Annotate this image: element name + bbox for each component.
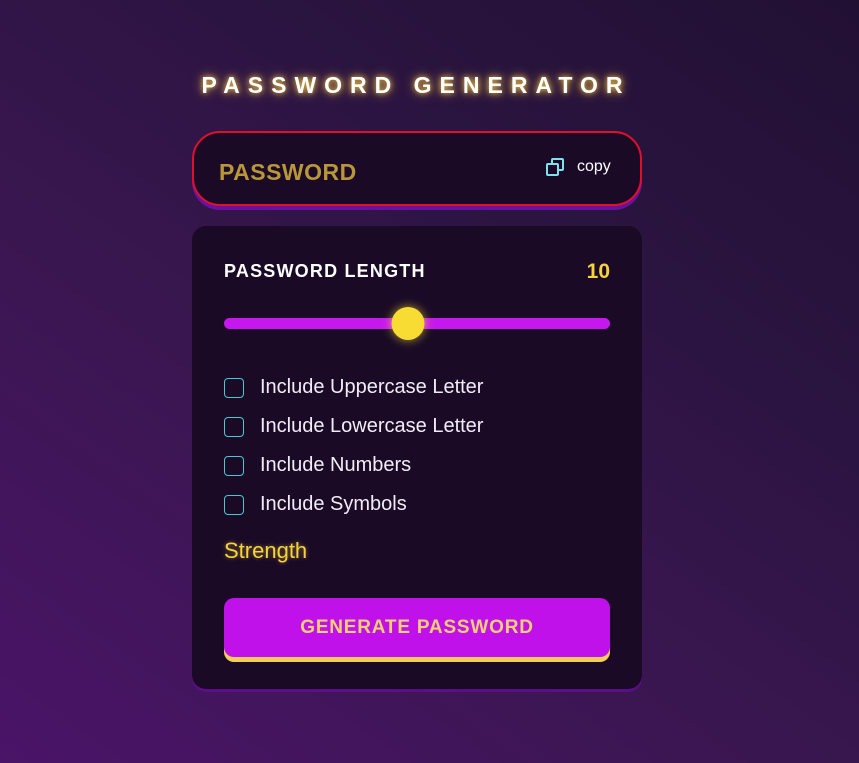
options-list: Include Uppercase Letter Include Lowerca… <box>224 368 483 524</box>
option-symbols[interactable]: Include Symbols <box>224 485 483 524</box>
copy-icon <box>544 156 566 178</box>
copy-label: copy <box>577 158 611 175</box>
numbers-checkbox[interactable] <box>224 455 244 476</box>
password-text: PASSWORD <box>219 159 357 185</box>
symbols-checkbox[interactable] <box>224 494 244 515</box>
option-numbers[interactable]: Include Numbers <box>224 446 483 485</box>
strength-indicator: Strength <box>224 538 308 563</box>
length-slider[interactable] <box>224 307 610 340</box>
length-label: PASSWORD LENGTH <box>224 261 426 281</box>
length-value: 10 <box>586 260 610 283</box>
symbols-label: Include Symbols <box>260 493 407 515</box>
lowercase-checkbox[interactable] <box>224 416 244 437</box>
option-lowercase[interactable]: Include Lowercase Letter <box>224 407 483 446</box>
numbers-label: Include Numbers <box>260 454 412 476</box>
page-title: PASSWORD GENERATOR <box>201 72 631 98</box>
copy-button[interactable]: copy <box>544 156 611 178</box>
password-display: PASSWORD copy <box>192 131 642 206</box>
generate-password-button[interactable]: GENERATE PASSWORD <box>224 598 610 657</box>
uppercase-label: Include Uppercase Letter <box>260 376 484 398</box>
slider-thumb[interactable] <box>391 307 425 340</box>
settings-panel: PASSWORD LENGTH 10 Include Uppercase Let… <box>192 226 642 689</box>
uppercase-checkbox[interactable] <box>224 377 244 398</box>
lowercase-label: Include Lowercase Letter <box>260 415 484 437</box>
option-uppercase[interactable]: Include Uppercase Letter <box>224 368 483 407</box>
